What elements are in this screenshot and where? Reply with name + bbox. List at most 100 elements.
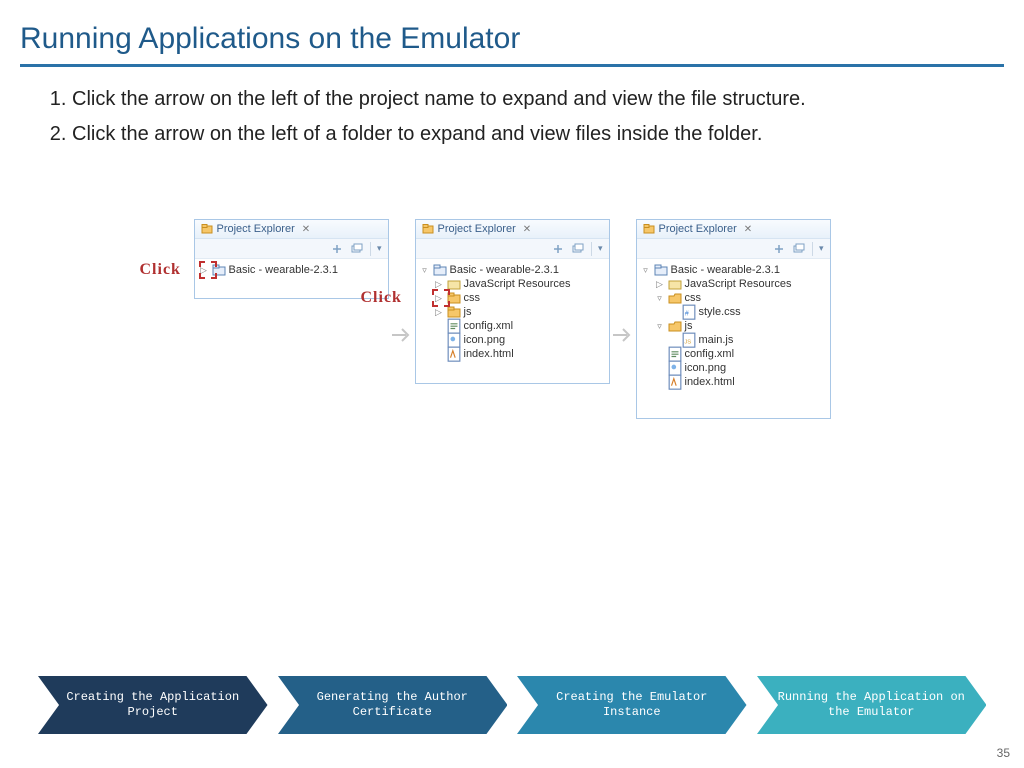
tree-item[interactable]: ▿ css — [655, 291, 826, 305]
expand-arrow-icon[interactable]: ▷ — [434, 279, 444, 289]
instruction-1: Click the arrow on the left of the proje… — [72, 85, 976, 114]
step-label: Creating the Emulator Instance — [517, 690, 747, 720]
link-editor-icon[interactable] — [330, 242, 344, 256]
tree-item-label: config.xml — [685, 348, 735, 360]
tree-item-label: JavaScript Resources — [464, 278, 571, 290]
collapse-arrow-icon[interactable]: ▿ — [655, 321, 665, 331]
project-explorer-icon — [201, 223, 213, 235]
tree-item-label: css — [685, 292, 702, 304]
panel-3-wrap: Project Explorer ✕ ▾ ▿ Basic - wearable-… — [636, 219, 831, 419]
collapse-all-icon[interactable] — [792, 242, 806, 256]
close-icon[interactable]: ✕ — [744, 224, 752, 235]
tree-item[interactable]: ▷JSmain.js — [669, 333, 826, 347]
link-editor-icon[interactable] — [551, 242, 565, 256]
panel-toolbar: ▾ — [195, 239, 388, 259]
tree-item-label: index.html — [464, 348, 514, 360]
view-menu-icon[interactable]: ▾ — [819, 243, 824, 254]
collapse-arrow-icon[interactable]: ▿ — [655, 293, 665, 303]
html-file-icon — [447, 348, 461, 360]
panel-tab[interactable]: Project Explorer ✕ — [416, 220, 609, 239]
link-editor-icon[interactable] — [772, 242, 786, 256]
page-number: 35 — [997, 746, 1010, 760]
project-explorer-icon — [422, 223, 434, 235]
folder-open-icon — [668, 292, 682, 304]
image-file-icon — [668, 362, 682, 374]
project-icon — [212, 264, 226, 276]
library-icon — [447, 278, 461, 290]
step-chevron-3: Creating the Emulator Instance — [517, 676, 747, 734]
panel-tab-label: Project Explorer — [659, 223, 737, 235]
panel-tab-label: Project Explorer — [438, 223, 516, 235]
close-icon[interactable]: ✕ — [523, 224, 531, 235]
svg-text:JS: JS — [684, 340, 691, 346]
panel-tab[interactable]: Project Explorer ✕ — [637, 220, 830, 239]
close-icon[interactable]: ✕ — [302, 224, 310, 235]
project-node-expanded[interactable]: ▿ Basic - wearable-2.3.1 — [420, 263, 605, 277]
project-label: Basic - wearable-2.3.1 — [229, 264, 338, 276]
tree-item-label: css — [464, 292, 481, 304]
project-explorer-panel-1: Project Explorer ✕ ▾ ▷ Basic - wearable-… — [194, 219, 389, 299]
click-annotation-2: Click — [361, 289, 402, 307]
tree-item[interactable]: ▷ css — [434, 291, 605, 305]
tree-item-label: icon.png — [464, 334, 506, 346]
collapse-all-icon[interactable] — [571, 242, 585, 256]
step-label: Creating the Application Project — [38, 690, 268, 720]
folder-open-icon — [668, 320, 682, 332]
image-file-icon — [447, 334, 461, 346]
project-node-expanded[interactable]: ▿ Basic - wearable-2.3.1 — [641, 263, 826, 277]
tree-item[interactable]: ▿ js — [655, 319, 826, 333]
title-underline — [20, 64, 1004, 67]
project-explorer-icon — [643, 223, 655, 235]
panel-toolbar: ▾ — [416, 239, 609, 259]
tree-item[interactable]: ▷#style.css — [669, 305, 826, 319]
collapse-arrow-icon[interactable]: ▿ — [641, 265, 651, 275]
tree-item-label: style.css — [699, 306, 741, 318]
tree-item[interactable]: ▷ JavaScript Resources — [434, 277, 605, 291]
instructions-block: Click the arrow on the left of the proje… — [0, 85, 1024, 149]
panel-2-wrap: Click Project Explorer ✕ ▾ ▿ — [415, 219, 610, 419]
step-chevron-2: Generating the Author Certificate — [278, 676, 508, 734]
folder-icon — [447, 292, 461, 304]
tree-item-label: js — [685, 320, 693, 332]
arrow-right-icon — [611, 323, 635, 347]
panel-toolbar: ▾ — [637, 239, 830, 259]
tree-item[interactable]: ▷index.html — [655, 375, 826, 389]
panel-1-wrap: Click Project Explorer ✕ ▾ ▷ — [194, 219, 389, 419]
expand-arrow-icon[interactable]: ▷ — [199, 265, 209, 275]
folder-icon — [447, 306, 461, 318]
view-menu-icon[interactable]: ▾ — [598, 243, 603, 254]
tree-panel-1: ▷ Basic - wearable-2.3.1 — [195, 259, 388, 287]
tree-item-label: index.html — [685, 376, 735, 388]
step-chevron-4: Running the Application on the Emulator — [757, 676, 987, 734]
expand-arrow-icon[interactable]: ▷ — [655, 279, 665, 289]
tree-item-label: js — [464, 306, 472, 318]
slide-title: Running Applications on the Emulator — [0, 0, 1024, 64]
project-node-collapsed[interactable]: ▷ Basic - wearable-2.3.1 — [199, 263, 384, 277]
tree-panel-2: ▿ Basic - wearable-2.3.1 ▷ JavaScript Res… — [416, 259, 609, 371]
step-label: Generating the Author Certificate — [278, 690, 508, 720]
step-label: Running the Application on the Emulator — [757, 690, 987, 720]
tree-item[interactable]: ▷index.html — [434, 347, 605, 361]
project-explorer-panel-3: Project Explorer ✕ ▾ ▿ Basic - wearable-… — [636, 219, 831, 419]
library-icon — [668, 278, 682, 290]
tree-panel-3: ▿ Basic - wearable-2.3.1 ▷ JavaScript Res… — [637, 259, 830, 399]
svg-text:#: # — [684, 311, 688, 318]
process-steps: Creating the Application Project Generat… — [38, 676, 986, 734]
click-annotation-1: Click — [140, 261, 181, 279]
project-explorer-panel-2: Project Explorer ✕ ▾ ▿ Basic - wearable-… — [415, 219, 610, 384]
expand-arrow-icon[interactable]: ▷ — [434, 293, 444, 303]
tree-item-label: JavaScript Resources — [685, 278, 792, 290]
expand-arrow-icon[interactable]: ▷ — [434, 307, 444, 317]
tree-item-label: main.js — [699, 334, 734, 346]
panel-tab[interactable]: Project Explorer ✕ — [195, 220, 388, 239]
tree-item-label: config.xml — [464, 320, 514, 332]
collapse-all-icon[interactable] — [350, 242, 364, 256]
project-label: Basic - wearable-2.3.1 — [450, 264, 559, 276]
tree-item-label: icon.png — [685, 362, 727, 374]
view-menu-icon[interactable]: ▾ — [377, 243, 382, 254]
instruction-2: Click the arrow on the left of a folder … — [72, 120, 976, 149]
xml-file-icon — [447, 320, 461, 332]
step-chevron-1: Creating the Application Project — [38, 676, 268, 734]
collapse-arrow-icon[interactable]: ▿ — [420, 265, 430, 275]
tree-item[interactable]: ▷ JavaScript Resources — [655, 277, 826, 291]
